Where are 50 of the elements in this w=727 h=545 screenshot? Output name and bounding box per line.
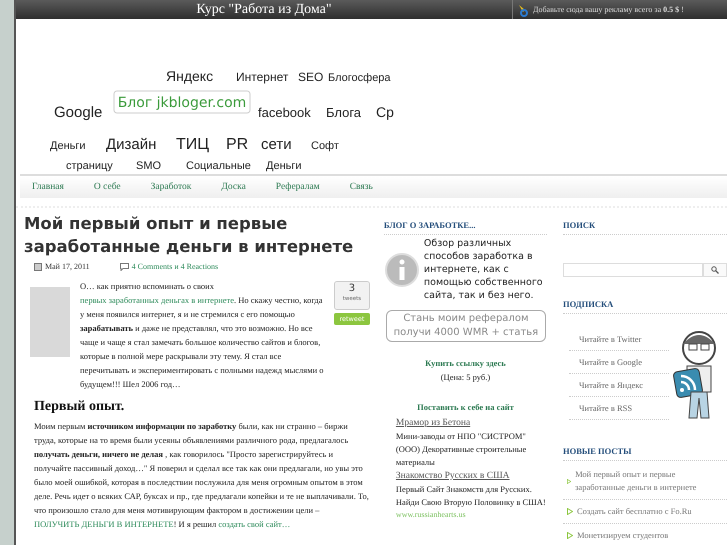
info-icon	[384, 252, 420, 288]
nav-link[interactable]: Главная	[32, 182, 64, 192]
post-link[interactable]: Мой первый опыт и первые заработанные деньги в интернете	[575, 468, 727, 494]
post-title: Мой первый опыт и первые заработанные деньги в интернете	[24, 213, 354, 258]
nav-link[interactable]: Связь	[350, 182, 373, 192]
megaphone-icon	[517, 2, 529, 16]
calendar-icon	[34, 262, 42, 270]
comments-link[interactable]: 4 Comments и 4 Reactions	[132, 262, 218, 271]
ad-link[interactable]: Мрамор из Бетона	[396, 416, 547, 430]
text-link[interactable]: ПОЛУЧИТЬ ДЕНЬГИ В ИНТЕРНЕТЕ	[34, 519, 174, 529]
subscribe-link[interactable]: Читайте в RSS	[569, 397, 669, 420]
price-text: (Цена: 5 руб.)	[440, 372, 490, 382]
text-link[interactable]: создать свой сайт…	[218, 519, 290, 529]
widget-title: НОВЫЕ ПОСТЫ	[563, 438, 727, 461]
subscribe-link[interactable]: Читайте в Twitter	[569, 328, 669, 351]
widget-title: ПОДПИСКА	[563, 291, 727, 314]
post-link[interactable]: Монетизируем студентов	[577, 529, 668, 542]
search-field[interactable]	[563, 263, 703, 277]
subscribe-link[interactable]: Читайте в Яндекс	[569, 374, 669, 397]
install-link[interactable]: Поставить к себе на сайт	[417, 402, 514, 412]
bullet-icon	[567, 478, 572, 484]
site-title: Курс "Работа из Дома"	[195, 2, 333, 18]
post-link[interactable]: Создать сайт бесплатно с Fo.Ru	[577, 505, 692, 518]
bullet-icon	[567, 508, 573, 515]
ad-link[interactable]: Знакомство Русских в США	[396, 469, 547, 483]
word-cloud-drawing: Яндекс Интернет SEO Блогосфера Google facebook Блога Ср Деньги Дизайн ТИЦ PR сети Софт страницу SMO Социальные Деньги Блог jkbloger.com	[36, 19, 516, 174]
ad-text: Мини-заводы от НПО "СИСТРОМ" (ООО) Декоративные строительные материалы	[396, 430, 528, 469]
ad-text: Добавьте сюда вашу рекламу всего за 0.5 $ !	[533, 5, 684, 14]
comment-icon	[120, 262, 129, 270]
ad-text: Первый Сайт Знакомств для Русских. Найди Свою Вторую Половинку в США!	[396, 483, 547, 509]
search-icon	[711, 266, 719, 274]
subscribe-link[interactable]: Читайте в Google	[569, 351, 669, 374]
logo-text: Блог jkbloger.com	[118, 95, 246, 111]
search-button[interactable]	[703, 263, 727, 277]
photo-placeholder	[30, 287, 70, 357]
nav-link[interactable]: Рефералам	[276, 182, 320, 192]
widget-title: БЛОГ О ЗАРАБОТКЕ...	[384, 212, 547, 235]
referral-button[interactable]: Стань моим рефералом получи 4000 WMR + статья	[386, 310, 546, 342]
body-paragraph: Моим первым источником информации по заработку были, как ни странно – биржи труда, которые на то время были усеяны объявлениями различного рода, предлагалось получать деньги, ничего не делая , как говорилось "Просто зарегистрируйтесь и получайте пассивный доход…" Я поверил и сделал все так как они предлагали, но увы это было моей ошибкой, которая в последствии послужила для меня огромным опытом в этом деле. Речь идет о всяких САР, буксах и пр., где предлагали копейки и те не выплачивали. То, что произошло стало для меня мотивирующим фактором в достижении цели – ПОЛУЧИТЬ ДЕНЬГИ В ИНТЕРНЕТЕ! И я решил создать свой сайт…	[34, 420, 370, 531]
section-heading: Первый опыт.	[34, 399, 126, 415]
post-date: Май 17, 2011	[45, 262, 90, 271]
bullet-icon	[567, 532, 573, 539]
nav-link[interactable]: О себе	[94, 182, 121, 192]
buy-link[interactable]: Купить ссылку здесь	[425, 358, 506, 368]
nav-link[interactable]: Доска	[221, 182, 246, 192]
widget-title: ПОИСК	[563, 212, 727, 235]
info-text: Обзор различных способов заработка в интернете, как с помощью собственного сайта, так и без него.	[424, 237, 544, 302]
intro-paragraph: О… как приятно вспоминать о своих первых заработанных деньгах в интернете. Но скажу честно, когда у меня появился интернет, я и не стремился с его помощью зарабатывать и даже не представлял, что это возможно. Но все чаще и чаще я стал замечать большое количество сайтов и блогов, которые в полной мере раскрывали эту тему. Я стал все перечитывать и экспериментировать с полными надежд мыслями о будущем!!! Шел 2006 год…	[80, 280, 325, 391]
text-link[interactable]: первых заработанных деньгах в интернете	[80, 295, 234, 305]
nav-link[interactable]: Заработок	[150, 182, 192, 192]
